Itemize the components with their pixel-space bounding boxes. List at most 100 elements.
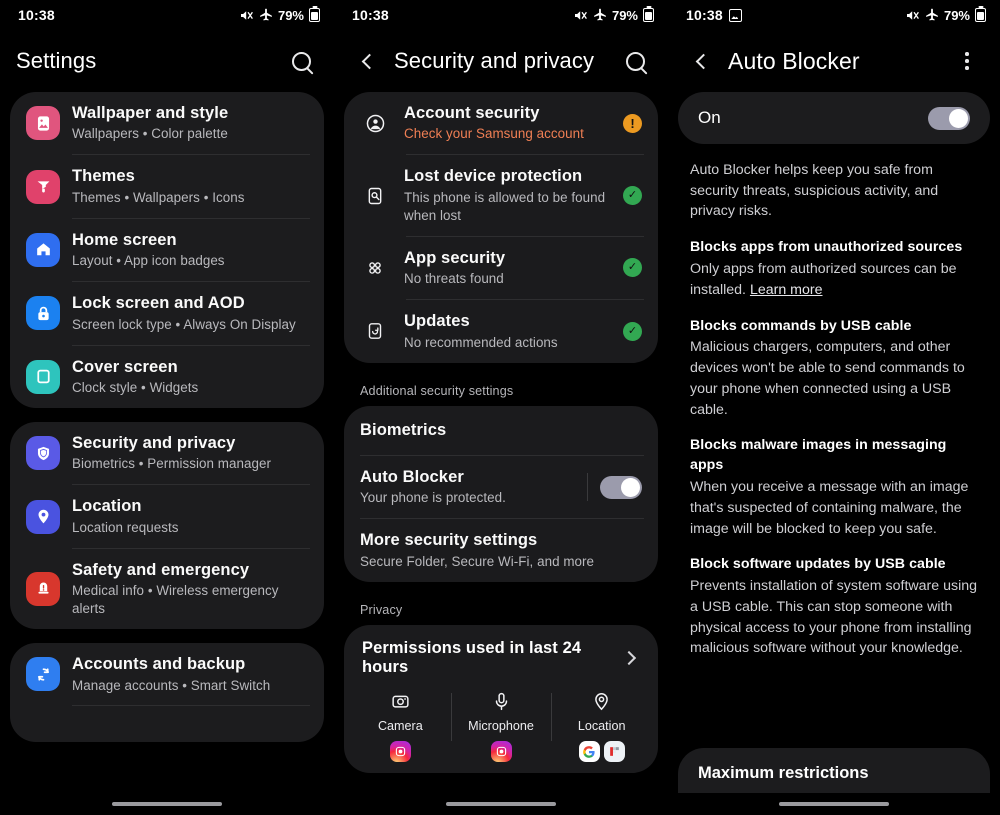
lock-icon bbox=[26, 296, 60, 331]
panel-settings: 10:38 79% Settings Wallpaper and style W… bbox=[0, 0, 334, 815]
back-arrow-icon[interactable] bbox=[350, 44, 384, 78]
status-badge-glyph: ✓ bbox=[627, 261, 638, 274]
permission-column-microphone[interactable]: Microphone bbox=[450, 689, 552, 763]
feature-heading: Block software updates by USB cable bbox=[690, 556, 946, 573]
screenshot-icon bbox=[728, 8, 742, 22]
list-item-subtitle: Wallpapers • Color palette bbox=[72, 126, 228, 142]
permission-label: Camera bbox=[377, 718, 423, 733]
battery-percent: 79% bbox=[943, 7, 970, 23]
intro-text: Auto Blocker helps keep you safe from se… bbox=[690, 162, 939, 220]
list-item-title: Home screen bbox=[72, 230, 177, 249]
list-item-title: App security bbox=[404, 248, 506, 267]
additional-security-card: Biometrics Auto Blocker Your phone is pr… bbox=[344, 405, 658, 582]
learn-more-link[interactable]: Learn more bbox=[750, 282, 823, 298]
permissions-card: Permissions used in last 24 hours Camera bbox=[344, 624, 658, 773]
feature-body: When you receive a message with an image… bbox=[690, 479, 969, 537]
list-item-title: Accounts and backup bbox=[72, 655, 246, 674]
feature-body: Malicious chargers, computers, and other… bbox=[690, 339, 965, 418]
list-item-subtitle: Themes • Wallpapers • Icons bbox=[72, 189, 245, 205]
feature-heading: Blocks apps from unauthorized sources bbox=[690, 239, 963, 256]
battery-icon bbox=[975, 8, 986, 22]
list-item-subtitle: Check your Samsung account bbox=[404, 126, 584, 142]
back-arrow-icon[interactable] bbox=[684, 44, 718, 78]
list-item-subtitle: Biometrics • Permission manager bbox=[72, 456, 271, 472]
list-item[interactable]: Themes Themes • Wallpapers • Icons bbox=[10, 155, 324, 217]
panel-security-privacy: 10:38 79% Security and privacy Account s… bbox=[334, 0, 668, 815]
sidebar-item-location[interactable]: Location Location requests bbox=[10, 485, 324, 547]
permission-column-camera[interactable]: Camera bbox=[350, 689, 451, 763]
navigation-bar[interactable] bbox=[334, 793, 668, 815]
cover-screen-icon bbox=[26, 359, 60, 394]
list-item-auto-blocker[interactable]: Auto Blocker Your phone is protected. bbox=[344, 456, 658, 518]
list-item[interactable]: Home screen Layout • App icon badges bbox=[10, 219, 324, 281]
list-item[interactable] bbox=[10, 706, 324, 742]
apps-grid-icon bbox=[360, 253, 390, 283]
feature-block: Block software updates by USB cable Prev… bbox=[690, 555, 978, 659]
list-item-title: Biometrics bbox=[360, 420, 447, 439]
auto-blocker-master-toggle-card[interactable]: On bbox=[678, 92, 990, 144]
sidebar-item-security[interactable]: Security and privacy Biometrics • Permis… bbox=[10, 422, 324, 484]
list-item-subtitle: No threats found bbox=[404, 271, 504, 287]
wallpaper-icon bbox=[26, 106, 60, 141]
settings-scroll-area[interactable]: Wallpaper and style Wallpapers • Color p… bbox=[0, 92, 334, 815]
google-app-icon bbox=[578, 741, 600, 763]
list-item-more-security[interactable]: More security settings Secure Folder, Se… bbox=[344, 519, 658, 581]
permissions-header[interactable]: Permissions used in last 24 hours bbox=[344, 625, 658, 687]
list-item-title: Themes bbox=[72, 167, 135, 186]
list-item-biometrics[interactable]: Biometrics bbox=[344, 406, 658, 455]
navigation-bar[interactable] bbox=[668, 793, 1000, 815]
list-item-title: Location bbox=[72, 497, 142, 516]
status-badge-glyph: ✓ bbox=[627, 324, 638, 337]
feature-body: Only apps from authorized sources can be… bbox=[690, 259, 978, 300]
feature-block: Blocks apps from unauthorized sources On… bbox=[690, 238, 978, 300]
app-bar-auto-blocker: Auto Blocker bbox=[668, 30, 1000, 92]
page-title: Auto Blocker bbox=[728, 47, 860, 74]
list-item-subtitle: No recommended actions bbox=[404, 334, 558, 350]
airplane-mode-icon bbox=[259, 8, 273, 22]
sync-icon bbox=[26, 657, 60, 692]
list-item-lost-device[interactable]: Lost device protection This phone is all… bbox=[344, 155, 658, 235]
status-time: 10:38 bbox=[352, 7, 389, 23]
status-time: 10:38 bbox=[686, 7, 723, 23]
security-scroll-area[interactable]: Account security Check your Samsung acco… bbox=[334, 92, 668, 815]
emergency-icon bbox=[26, 571, 60, 606]
feature-body-text: Only apps from authorized sources can be… bbox=[690, 261, 957, 298]
battery-icon bbox=[309, 8, 320, 22]
list-item[interactable]: Cover screen Clock style • Widgets bbox=[10, 346, 324, 408]
list-item[interactable]: Lock screen and AOD Screen lock type • A… bbox=[10, 282, 324, 344]
navigation-bar[interactable] bbox=[0, 793, 334, 815]
auto-blocker-master-toggle[interactable] bbox=[928, 106, 970, 130]
chevron-right-icon[interactable] bbox=[621, 650, 637, 665]
battery-percent: 79% bbox=[277, 7, 304, 23]
search-icon[interactable] bbox=[284, 44, 318, 78]
page-title: Settings bbox=[16, 48, 97, 73]
search-icon[interactable] bbox=[618, 44, 652, 78]
status-badge: ! bbox=[623, 113, 642, 133]
list-item-title: Safety and emergency bbox=[72, 560, 250, 579]
permission-column-location[interactable]: Location bbox=[551, 689, 652, 763]
more-options-icon[interactable] bbox=[950, 44, 984, 78]
list-item-account-security[interactable]: Account security Check your Samsung acco… bbox=[344, 92, 658, 154]
three-panel-screenshot: 10:38 79% Settings Wallpaper and style W… bbox=[0, 0, 1000, 815]
page-title: Security and privacy bbox=[394, 48, 595, 73]
list-item-title: Cover screen bbox=[72, 357, 178, 376]
list-item[interactable]: Wallpaper and style Wallpapers • Color p… bbox=[10, 92, 324, 154]
microphone-icon bbox=[488, 689, 514, 715]
app-bar-security: Security and privacy bbox=[334, 30, 668, 92]
list-item-subtitle: This phone is allowed to be found when l… bbox=[404, 189, 606, 223]
list-item-title: Updates bbox=[404, 312, 470, 331]
sidebar-item-safety[interactable]: Safety and emergency Medical info • Wire… bbox=[10, 549, 324, 629]
auto-blocker-toggle[interactable] bbox=[600, 475, 642, 499]
list-item-app-security[interactable]: App security No threats found ✓ bbox=[344, 237, 658, 299]
list-item-subtitle: Secure Folder, Secure Wi-Fi, and more bbox=[360, 553, 595, 569]
airplane-mode-icon bbox=[593, 8, 607, 22]
list-item-title: Auto Blocker bbox=[360, 467, 464, 486]
permission-label: Location bbox=[577, 718, 626, 733]
mute-icon bbox=[574, 9, 588, 22]
toggle-state-label: On bbox=[698, 108, 721, 127]
list-item-subtitle: Clock style • Widgets bbox=[72, 380, 199, 395]
list-item-subtitle: Screen lock type • Always On Display bbox=[72, 316, 296, 332]
sidebar-item-accounts[interactable]: Accounts and backup Manage accounts • Sm… bbox=[10, 643, 324, 705]
list-item-updates[interactable]: Updates No recommended actions ✓ bbox=[344, 300, 658, 362]
list-item-subtitle: Medical info • Wireless emergency alerts bbox=[72, 583, 279, 617]
